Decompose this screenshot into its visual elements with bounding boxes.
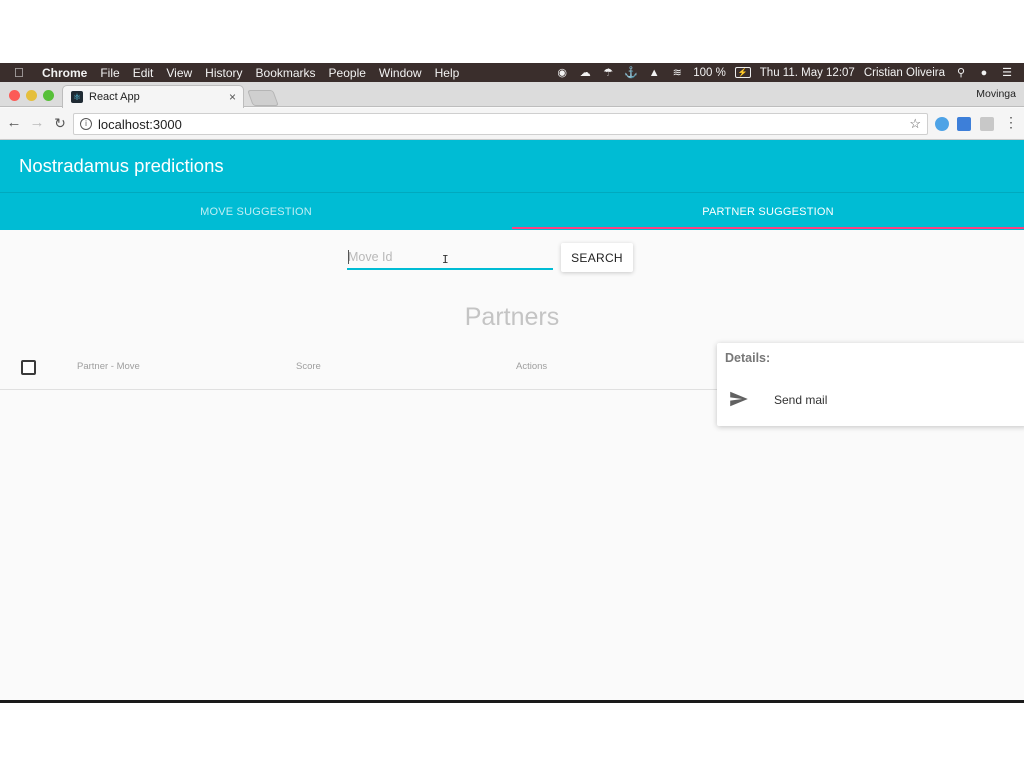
react-favicon-icon: ⚛ [71,91,83,103]
new-tab-button[interactable] [247,90,279,106]
tab-partner-suggestion[interactable]: PARTNER SUGGESTION [512,193,1024,231]
forward-arrow-icon[interactable]: → [29,115,45,131]
umbrella-icon[interactable]: ☂ [601,67,615,79]
address-bar[interactable]: i localhost:3000 ☆ [73,113,928,135]
browser-toolbar: ← → ↻ i localhost:3000 ☆ ⋮ [0,108,1024,140]
details-popover: Details: Send mail [717,343,1024,426]
send-mail-action[interactable]: Send mail [774,393,827,407]
app-bar: Nostradamus predictions [0,140,1024,192]
cloud-icon[interactable]: ☁ [578,67,592,79]
search-button[interactable]: SEARCH [561,243,633,272]
browser-tab-title: React App [89,91,140,103]
menu-help[interactable]: Help [435,66,460,80]
menu-app-name[interactable]: Chrome [42,66,87,80]
profile-name[interactable]: Movinga [976,88,1016,100]
clock[interactable]: Thu 11. May 12:07 [760,67,855,79]
bookmark-star-icon[interactable]: ☆ [909,116,921,132]
active-tab-indicator [512,227,1024,229]
mac-menu-bar:  Chrome File Edit View History Bookmark… [0,63,1024,82]
app-tabs: MOVE SUGGESTION PARTNER SUGGESTION [0,192,1024,230]
menu-edit[interactable]: Edit [133,66,154,80]
siri-icon[interactable]: ● [977,67,991,79]
column-header-score[interactable]: Score [296,361,321,372]
elephant-icon[interactable]: ▲ [647,67,661,79]
browser-menu-icon[interactable]: ⋮ [1004,114,1018,131]
extension-translate-icon[interactable] [957,117,971,131]
battery-icon[interactable]: ⚡ [734,67,751,78]
window-minimize-button[interactable] [26,90,37,101]
browser-tab-strip: ⚛ React App × Movinga [0,82,1024,108]
tab-move-suggestion[interactable]: MOVE SUGGESTION [0,193,512,231]
menu-view[interactable]: View [166,66,192,80]
address-url: localhost:3000 [98,116,182,132]
app-title: Nostradamus predictions [19,155,224,176]
user-name[interactable]: Cristian Oliveira [864,67,945,79]
tab-close-icon[interactable]: × [229,90,236,104]
site-info-icon[interactable]: i [80,118,92,130]
menu-history[interactable]: History [205,66,242,80]
partners-heading: Partners [464,303,560,331]
extension-cloud-icon[interactable] [980,117,994,131]
menu-bar-status: ◉ ☁ ☂ ⚓ ▲ ≋ 100 % ⚡ Thu 11. May 12:07 Cr… [555,63,1014,82]
move-id-input[interactable] [347,246,553,270]
reload-icon[interactable]: ↻ [52,115,68,131]
ibeam-cursor-icon: I [442,253,449,266]
apple-icon[interactable]:  [14,65,28,80]
details-title: Details: [725,351,771,365]
send-icon[interactable] [729,391,749,407]
spotlight-search-icon[interactable]: ⚲ [954,67,968,79]
record-icon[interactable]: ◉ [555,67,569,79]
select-all-checkbox[interactable] [21,360,36,375]
back-arrow-icon[interactable]: ← [6,115,22,131]
text-caret [348,250,349,264]
window-zoom-button[interactable] [43,90,54,101]
column-header-actions[interactable]: Actions [516,361,547,372]
notification-center-icon[interactable]: ☰ [1000,67,1014,79]
screen-frame:  Chrome File Edit View History Bookmark… [0,63,1024,703]
extension-check-icon[interactable] [935,117,949,131]
window-close-button[interactable] [9,90,20,101]
menu-bookmarks[interactable]: Bookmarks [256,66,316,80]
wifi-icon[interactable]: ≋ [670,67,684,79]
menu-window[interactable]: Window [379,66,422,80]
browser-tab[interactable]: ⚛ React App × [62,85,244,108]
docker-icon[interactable]: ⚓ [624,67,638,79]
column-header-partner-move[interactable]: Partner - Move [77,361,140,372]
menu-people[interactable]: People [329,66,366,80]
menu-file[interactable]: File [100,66,119,80]
battery-percent: 100 % [693,66,726,79]
